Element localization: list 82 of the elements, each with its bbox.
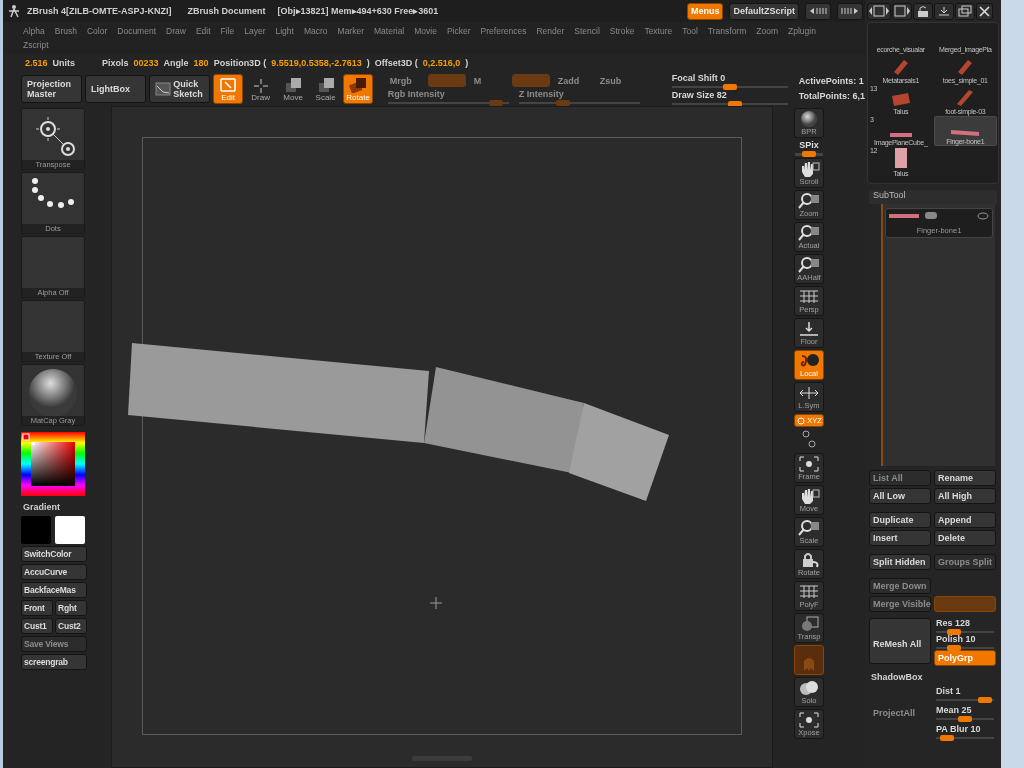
- toolbar-button[interactable]: Projection Master: [21, 75, 83, 103]
- toolbar-button[interactable]: Quick Sketch: [149, 75, 211, 103]
- menu-item[interactable]: File: [220, 24, 235, 38]
- info-label: Pixols: [102, 58, 129, 68]
- units-label: Units: [52, 58, 76, 68]
- shelf-button[interactable]: Cust2: [55, 618, 87, 634]
- info-label: ): [366, 58, 370, 68]
- channel-button[interactable]: Mrgb: [385, 74, 424, 87]
- info-value: 00233: [133, 58, 159, 68]
- subtool-button[interactable]: Duplicate: [869, 512, 931, 528]
- info-label: Angle: [163, 58, 189, 68]
- shelf-button[interactable]: Rght: [55, 600, 87, 616]
- info-value: 0,2.516,0: [422, 58, 461, 68]
- menu-item[interactable]: Movie: [414, 24, 437, 38]
- shadowbox-label: ShadowBox: [871, 672, 924, 682]
- info-value: 180: [193, 58, 209, 68]
- mode-button[interactable]: Draw: [245, 74, 276, 104]
- points-stat: TotalPoints: 6,1: [798, 90, 865, 103]
- menu-item[interactable]: Color: [86, 24, 108, 38]
- points-stat: ActivePoints: 1: [798, 75, 865, 88]
- panel-title: SubTool: [869, 190, 997, 204]
- menu-item[interactable]: Picker: [446, 24, 471, 38]
- menu-item[interactable]: Stroke: [609, 24, 635, 38]
- menu-item[interactable]: Draw: [166, 24, 186, 38]
- shelf-button[interactable]: AccuCurve: [21, 564, 87, 580]
- window-title: ZBrush 4[ZILB-OMTE-ASPJ-KNZI]: [27, 6, 172, 16]
- document-title: ZBrush Document: [187, 6, 266, 16]
- menu-item[interactable]: Stencil: [574, 24, 600, 38]
- menu-item[interactable]: Zscript: [23, 38, 49, 52]
- script-button[interactable]: DefaultZScript: [729, 2, 799, 20]
- subtool-button[interactable]: Rename: [934, 470, 996, 486]
- menu-item[interactable]: Tool: [682, 24, 698, 38]
- subtool-button[interactable]: Insert: [869, 530, 931, 546]
- shelf-button[interactable]: BackfaceMas: [21, 582, 87, 598]
- gradient-label: Gradient: [23, 502, 61, 512]
- info-label: Position3D (: [213, 58, 267, 68]
- shelf-button[interactable]: Cust1: [21, 618, 53, 634]
- menu-item[interactable]: Texture: [644, 24, 673, 38]
- slider-label: Draw Size 82: [671, 90, 728, 100]
- slider-label: Z Intensity: [518, 89, 565, 99]
- menu-item[interactable]: Edit: [195, 24, 211, 38]
- shelf-button[interactable]: Front: [21, 600, 53, 616]
- menu-item[interactable]: Zplugin: [788, 24, 816, 38]
- channel-button[interactable]: Zsub: [595, 74, 634, 87]
- menu-item[interactable]: Macro: [303, 24, 328, 38]
- menu-item[interactable]: Document: [117, 24, 157, 38]
- mode-button[interactable]: Scale: [310, 74, 341, 104]
- slider-label: Rgb Intensity: [387, 89, 446, 99]
- subtool-button[interactable]: Append: [934, 512, 996, 528]
- spix-label: SPix: [799, 140, 819, 150]
- units-value: 2.516: [25, 58, 48, 68]
- menu-item[interactable]: Alpha: [23, 24, 45, 38]
- subtool-button[interactable]: All Low: [869, 488, 931, 504]
- menu-item[interactable]: Light: [275, 24, 294, 38]
- slider-label: Polish 10: [936, 634, 977, 644]
- subtool-button[interactable]: Split Hidden: [869, 554, 931, 570]
- info-label: Offset3D (: [374, 58, 418, 68]
- menu-item[interactable]: Layer: [244, 24, 266, 38]
- channel-button[interactable]: M: [469, 74, 508, 87]
- slider-label: PA Blur 10: [936, 724, 982, 734]
- subtool-button[interactable]: Delete: [934, 530, 996, 546]
- menu-item[interactable]: Preferences: [480, 24, 527, 38]
- menu-item[interactable]: Render: [536, 24, 565, 38]
- info-label: ): [465, 58, 469, 68]
- menu-item[interactable]: Material: [374, 24, 405, 38]
- menu-item[interactable]: Brush: [54, 24, 77, 38]
- menu-item[interactable]: Zoom: [756, 24, 778, 38]
- toolbar-button[interactable]: LightBox: [85, 75, 147, 103]
- slider-label: Dist 1: [936, 686, 962, 696]
- menu-item[interactable]: Marker: [337, 24, 364, 38]
- mode-button[interactable]: Move: [278, 74, 308, 104]
- slider-label: Res 128: [936, 618, 972, 628]
- menu-item[interactable]: Transform: [707, 24, 747, 38]
- subtool-button[interactable]: All High: [934, 488, 996, 504]
- memory-stats: [Obj▸13821] Mem▸494+630 Free▸3601: [277, 6, 439, 16]
- shelf-button[interactable]: SwitchColor: [21, 546, 87, 562]
- shelf-button[interactable]: screengrab: [21, 654, 87, 670]
- slider-label: Mean 25: [936, 705, 973, 715]
- channel-button[interactable]: Zadd: [553, 74, 592, 87]
- remesh-button[interactable]: ReMesh All: [869, 618, 931, 664]
- info-value: 9.5519,0.5358,-2.7613: [271, 58, 362, 68]
- slider-label: Focal Shift 0: [671, 73, 727, 83]
